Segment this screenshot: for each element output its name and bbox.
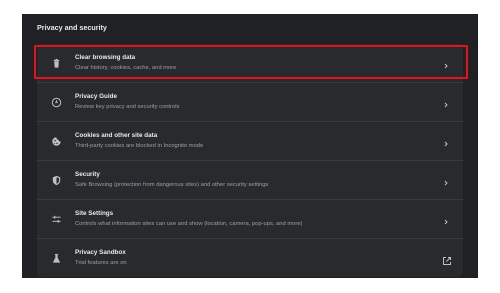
row-title: Cookies and other site data: [75, 132, 158, 139]
privacy-settings-card: Clear browsing data Clear history, cooki…: [37, 44, 463, 277]
row-title: Privacy Guide: [75, 93, 117, 100]
section-title: Privacy and security: [37, 23, 107, 32]
site-settings-row[interactable]: Site Settings Controls what information …: [37, 200, 463, 239]
row-subtitle: Review key privacy and security controls: [75, 104, 180, 110]
flask-icon: [51, 253, 62, 264]
settings-panel: Privacy and security Clear browsing data…: [22, 14, 478, 278]
row-subtitle: Clear history, cookies, cache, and more: [75, 65, 177, 71]
row-title: Security: [75, 171, 100, 178]
chevron-right-icon: [442, 214, 450, 225]
row-title: Privacy Sandbox: [75, 249, 126, 256]
privacy-sandbox-row[interactable]: Privacy Sandbox Trial features are on: [37, 239, 463, 277]
privacy-guide-row[interactable]: Privacy Guide Review key privacy and sec…: [37, 83, 463, 122]
clear-browsing-data-row[interactable]: Clear browsing data Clear history, cooki…: [37, 44, 463, 83]
cookies-row[interactable]: Cookies and other site data Third-party …: [37, 122, 463, 161]
privacy-guide-icon: [51, 97, 62, 108]
shield-icon: [51, 175, 62, 186]
row-subtitle: Safe Browsing (protection from dangerous…: [75, 182, 269, 188]
open-in-new-icon: [442, 253, 452, 265]
chevron-right-icon: [442, 97, 450, 108]
sliders-icon: [51, 214, 62, 225]
cookie-icon: [51, 136, 62, 147]
row-subtitle: Controls what information sites can use …: [75, 221, 303, 227]
trash-icon: [51, 58, 62, 69]
row-title: Clear browsing data: [75, 54, 136, 61]
chevron-right-icon: [442, 175, 450, 186]
security-row[interactable]: Security Safe Browsing (protection from …: [37, 161, 463, 200]
chevron-right-icon: [442, 58, 450, 69]
chevron-right-icon: [442, 136, 450, 147]
row-subtitle: Third-party cookies are blocked in Incog…: [75, 143, 204, 149]
row-subtitle: Trial features are on: [75, 260, 127, 266]
row-title: Site Settings: [75, 210, 114, 217]
